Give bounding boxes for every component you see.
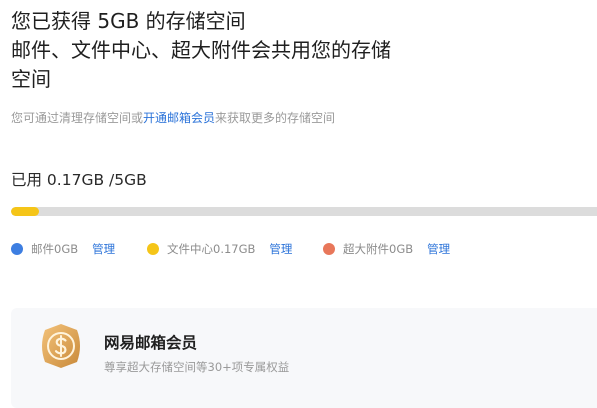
storage-progress-fill xyxy=(11,207,39,216)
headline-line-3: 空间 xyxy=(11,67,51,91)
manage-large-attachment-button[interactable]: 管理 xyxy=(427,241,450,257)
legend-large-attachment: 超大附件0GB 管理 xyxy=(323,239,450,259)
gold-coin-badge-icon xyxy=(42,324,80,368)
hint-text-before: 您可通过清理存储空间或 xyxy=(11,111,144,125)
membership-subtitle: 尊享超大存储空间等30+项专属权益 xyxy=(104,360,290,374)
open-membership-link[interactable]: 开通邮箱会员 xyxy=(143,111,215,125)
mail-dot-icon xyxy=(11,243,23,255)
legend-file-center: 文件中心0.17GB 管理 xyxy=(147,239,292,259)
storage-headline: 您已获得 5GB 的存储空间 邮件、文件中心、超大附件会共用您的存储 空间 xyxy=(11,7,431,94)
manage-file-center-button[interactable]: 管理 xyxy=(269,241,292,257)
legend-mail-label: 邮件0GB xyxy=(31,242,79,256)
storage-progress-bar xyxy=(11,207,597,216)
membership-title: 网易邮箱会员 xyxy=(104,334,198,352)
large-attachment-dot-icon xyxy=(323,243,335,255)
headline-line-1: 您已获得 5GB 的存储空间 xyxy=(11,9,246,33)
membership-promo-card[interactable]: 网易邮箱会员 尊享超大存储空间等30+项专属权益 xyxy=(11,308,597,408)
legend-mail: 邮件0GB 管理 xyxy=(11,239,115,259)
file-center-dot-icon xyxy=(147,243,159,255)
manage-mail-button[interactable]: 管理 xyxy=(92,241,115,257)
legend-file-center-label: 文件中心0.17GB xyxy=(167,242,256,256)
storage-usage-text: 已用 0.17GB /5GB xyxy=(11,171,147,189)
legend-large-attachment-label: 超大附件0GB xyxy=(343,242,414,256)
headline-line-2: 邮件、文件中心、超大附件会共用您的存储 xyxy=(11,38,391,62)
storage-hint: 您可通过清理存储空间或开通邮箱会员来获取更多的存储空间 xyxy=(11,109,335,126)
hint-text-after: 来获取更多的存储空间 xyxy=(215,111,336,125)
